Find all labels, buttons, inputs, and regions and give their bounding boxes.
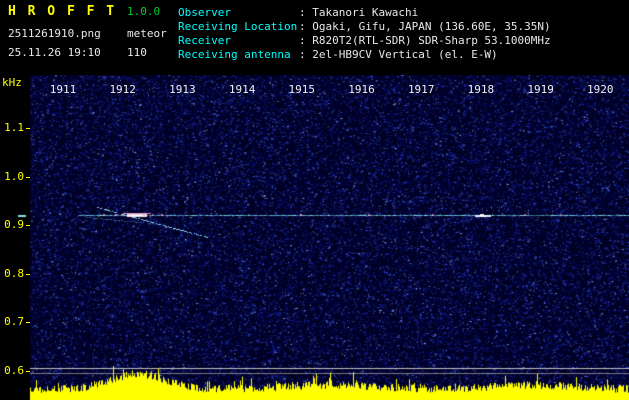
station-info-row: Receiving antenna: 2el-HB9CV Vertical (e… xyxy=(178,48,551,62)
y-tick-mark xyxy=(26,274,30,275)
y-tick-mark xyxy=(26,225,30,226)
info-value: R820T2(RTL-SDR) SDR-Sharp 53.1000MHz xyxy=(312,34,550,47)
x-tick-label: 1920 xyxy=(580,83,620,96)
title-row: H R O F F T 1.0.0 xyxy=(8,4,167,19)
freq-unit-label: kHz xyxy=(2,76,22,89)
header-bar: H R O F F T 1.0.0 2511261910.png meteor … xyxy=(0,0,629,75)
y-tick-label: 1.1 xyxy=(0,121,24,134)
info-colon: : xyxy=(299,20,312,33)
x-tick-label: 1917 xyxy=(401,83,441,96)
info-label: Receiving antenna xyxy=(178,48,299,62)
output-filename: 2511261910.png xyxy=(8,27,127,40)
info-value: Takanori Kawachi xyxy=(312,6,418,19)
y-tick-mark xyxy=(26,128,30,129)
info-value: 2el-HB9CV Vertical (el. E-W) xyxy=(312,48,497,61)
x-tick-label: 1918 xyxy=(461,83,501,96)
mode-label: meteor xyxy=(127,27,167,40)
info-label: Receiving Location xyxy=(178,20,299,34)
x-tick-label: 1916 xyxy=(342,83,382,96)
x-tick-label: 1912 xyxy=(103,83,143,96)
info-colon: : xyxy=(299,6,312,19)
time-row: 25.11.26 19:10 110 xyxy=(8,46,167,59)
y-tick-label: 0.7 xyxy=(0,315,24,328)
x-tick-label: 1919 xyxy=(521,83,561,96)
station-info-row: Receiving Location: Ogaki, Gifu, JAPAN (… xyxy=(178,20,551,34)
y-tick-mark xyxy=(26,371,30,372)
info-colon: : xyxy=(299,48,312,61)
app-version: 1.0.0 xyxy=(127,5,160,18)
station-info-row: Observer: Takanori Kawachi xyxy=(178,6,551,20)
info-value: Ogaki, Gifu, JAPAN (136.60E, 35.35N) xyxy=(312,20,550,33)
hrofft-window: H R O F F T 1.0.0 2511261910.png meteor … xyxy=(0,0,629,400)
header-left: H R O F F T 1.0.0 2511261910.png meteor … xyxy=(8,4,167,59)
x-tick-label: 1915 xyxy=(282,83,322,96)
file-row: 2511261910.png meteor xyxy=(8,27,167,40)
x-tick-label: 1911 xyxy=(43,83,83,96)
y-tick-label: 0.6 xyxy=(0,364,24,377)
info-colon: : xyxy=(299,34,312,47)
info-label: Receiver xyxy=(178,34,299,48)
datetime: 25.11.26 19:10 xyxy=(8,46,127,59)
y-tick-mark xyxy=(26,177,30,178)
x-tick-label: 1913 xyxy=(162,83,202,96)
y-tick-label: 1.0 xyxy=(0,170,24,183)
y-tick-label: 0.9 xyxy=(0,218,24,231)
station-info-row: Receiver: R820T2(RTL-SDR) SDR-Sharp 53.1… xyxy=(178,34,551,48)
x-tick-label: 1914 xyxy=(222,83,262,96)
echo-count: 110 xyxy=(127,46,147,59)
spectrogram-canvas xyxy=(0,75,629,400)
info-label: Observer xyxy=(178,6,299,20)
app-title: H R O F F T xyxy=(8,4,127,19)
station-info: Observer: Takanori KawachiReceiving Loca… xyxy=(178,6,551,62)
y-tick-label: 0.8 xyxy=(0,267,24,280)
y-tick-mark xyxy=(26,322,30,323)
